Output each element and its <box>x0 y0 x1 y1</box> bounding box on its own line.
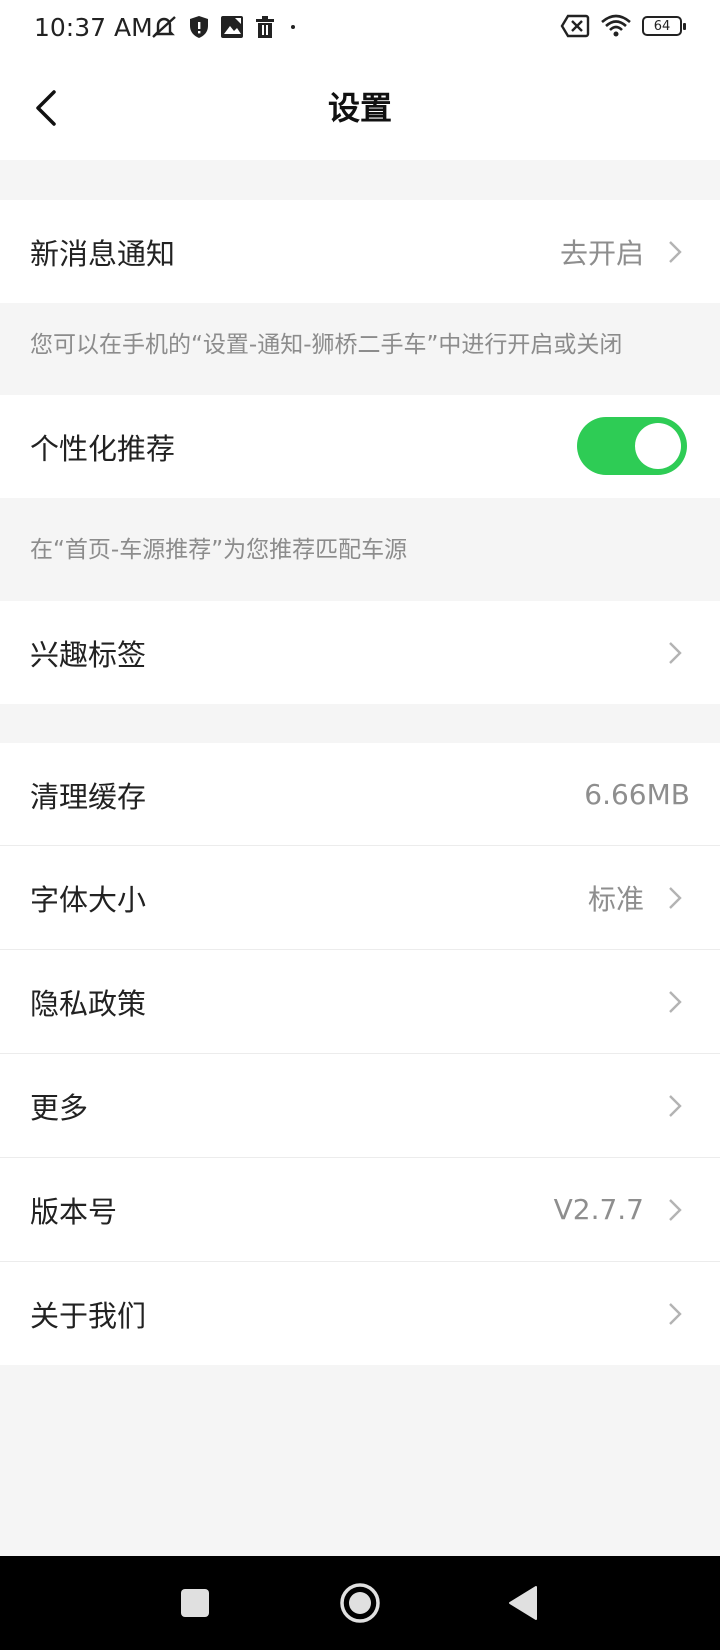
chevron-right-icon <box>669 642 682 664</box>
chevron-right-icon <box>669 1199 682 1221</box>
back-triangle-icon[interactable] <box>508 1580 538 1626</box>
privacy-policy-item[interactable]: 隐私政策 <box>0 950 720 1053</box>
trash-icon <box>256 16 274 38</box>
font-size-value: 标准 <box>587 882 644 916</box>
clear-cache-label: 清理缓存 <box>30 779 147 814</box>
toggle-knob <box>635 423 681 469</box>
page-title: 设置 <box>327 89 392 127</box>
version-value: V2.7.7 <box>553 1193 644 1226</box>
chevron-right-icon <box>669 241 682 263</box>
sim-error-icon <box>560 14 590 38</box>
status-icons-right: 64 <box>550 14 686 38</box>
new-message-notification-value: 去开启 <box>559 236 644 270</box>
about-us-item[interactable]: 关于我们 <box>0 1262 720 1365</box>
battery-level: 64 <box>653 18 671 34</box>
recommendation-hint: 在“首页-车源推荐”为您推荐匹配车源 <box>30 537 408 563</box>
interest-tags-label: 兴趣标签 <box>30 637 147 672</box>
status-bar: 10:37 AM 64 <box>0 0 720 56</box>
about-us-label: 关于我们 <box>30 1298 147 1333</box>
mute-icon <box>152 16 176 38</box>
personalized-recommendation-item: 个性化推荐 <box>0 395 720 498</box>
chevron-right-icon <box>669 991 682 1013</box>
system-navigation-bar <box>0 1556 720 1650</box>
chevron-right-icon <box>669 1303 682 1325</box>
navigation-header: 设置 <box>0 56 720 160</box>
clear-cache-value: 6.66MB <box>584 778 690 811</box>
privacy-policy-label: 隐私政策 <box>30 986 147 1021</box>
font-size-label: 字体大小 <box>30 882 147 917</box>
more-label: 更多 <box>30 1090 89 1125</box>
font-size-item[interactable]: 字体大小 标准 <box>0 846 720 949</box>
version-label: 版本号 <box>30 1194 118 1229</box>
wifi-icon <box>601 14 631 37</box>
personalized-recommendation-label: 个性化推荐 <box>30 431 176 466</box>
status-icons-left <box>150 14 310 40</box>
recents-square-icon[interactable] <box>181 1580 209 1626</box>
battery-icon: 64 <box>642 16 686 36</box>
shield-icon <box>190 16 208 38</box>
new-message-notification-label: 新消息通知 <box>30 236 176 271</box>
chevron-right-icon <box>669 887 682 909</box>
chevron-right-icon <box>669 1095 682 1117</box>
notification-hint: 您可以在手机的“设置-通知-狮桥二手车”中进行开启或关闭 <box>30 332 623 358</box>
more-item[interactable]: 更多 <box>0 1054 720 1157</box>
new-message-notification-item[interactable]: 新消息通知 去开启 <box>0 200 720 303</box>
image-icon <box>221 16 243 38</box>
home-circle-icon[interactable] <box>338 1580 382 1626</box>
version-item[interactable]: 版本号 V2.7.7 <box>0 1158 720 1261</box>
status-time: 10:37 AM <box>34 13 153 42</box>
clear-cache-item[interactable]: 清理缓存 6.66MB <box>0 743 720 846</box>
interest-tags-item[interactable]: 兴趣标签 <box>0 601 720 704</box>
dot-icon <box>291 25 295 29</box>
personalized-recommendation-toggle[interactable] <box>577 417 687 475</box>
